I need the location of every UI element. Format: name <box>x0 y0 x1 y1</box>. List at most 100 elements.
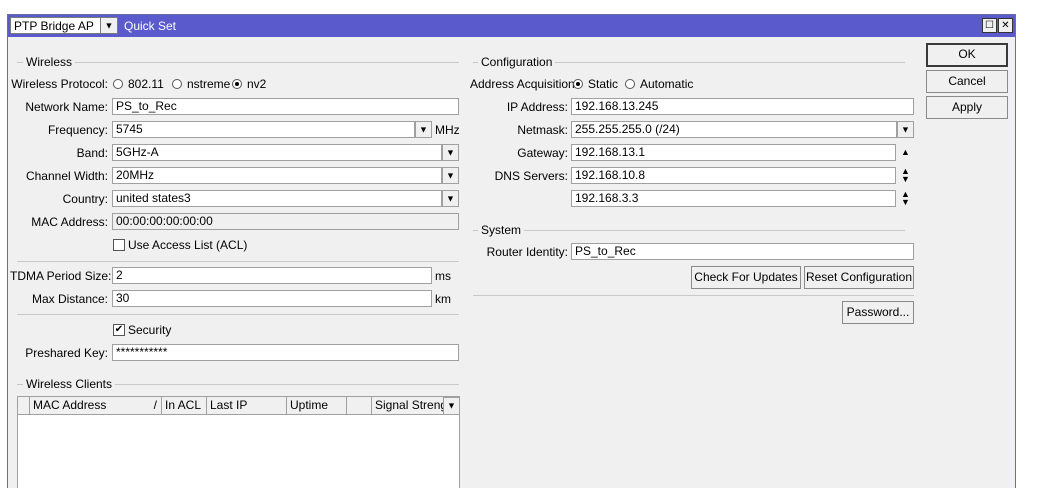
column-header-label: Last IP <box>210 398 248 412</box>
preset-value: PTP Bridge AP <box>14 19 94 33</box>
column-header-label: In ACL <box>165 398 202 412</box>
reset-configuration-button[interactable]: Reset Configuration <box>804 266 914 289</box>
protocol-80211-radio[interactable] <box>113 79 123 89</box>
band-dropdown-button[interactable]: ▼ <box>442 144 459 161</box>
acquisition-static-radio[interactable] <box>573 79 583 89</box>
ip-address-input[interactable]: 192.168.13.245 <box>571 98 914 115</box>
dns-2-remove-icon[interactable]: ▼ <box>901 198 910 207</box>
acl-checkbox[interactable] <box>113 239 125 251</box>
tdma-input[interactable]: 2 <box>112 267 432 284</box>
system-group-line <box>473 230 905 231</box>
max-distance-label: Max Distance: <box>31 292 108 306</box>
clients-table[interactable]: MAC Address / In ACL Last IP Uptime Signa… <box>17 396 460 488</box>
country-dropdown-button[interactable]: ▼ <box>442 190 459 207</box>
sort-icon: / <box>153 398 157 412</box>
protocol-80211-label: 802.11 <box>128 77 164 91</box>
protocol-nv2-label: nv2 <box>247 77 267 91</box>
ip-address-label: IP Address: <box>506 100 568 114</box>
column-header-last-ip[interactable]: Last IP <box>207 397 287 415</box>
divider <box>473 295 914 296</box>
maximize-icon: ☐ <box>985 20 994 31</box>
column-header-in-acl[interactable]: In ACL <box>162 397 207 415</box>
gateway-collapse-icon[interactable]: ▲ <box>901 148 910 157</box>
cancel-button[interactable]: Cancel <box>926 70 1008 93</box>
dns-server-2-input[interactable]: 192.168.3.3 <box>571 190 896 207</box>
column-header-label: Uptime <box>290 398 329 412</box>
band-label: Band: <box>76 146 108 160</box>
column-header-uptime[interactable]: Uptime <box>287 397 347 415</box>
check-for-updates-button[interactable]: Check For Updates <box>691 266 801 289</box>
password-button[interactable]: Password... <box>842 301 914 324</box>
channel-width-dropdown-button[interactable]: ▼ <box>442 167 459 184</box>
gateway-label: Gateway: <box>517 146 568 160</box>
wireless-protocol-label: Wireless Protocol: <box>11 77 108 91</box>
channel-width-label: Channel Width: <box>25 169 108 183</box>
chevron-down-icon: ▼ <box>447 400 456 411</box>
window-title: Quick Set <box>124 19 177 33</box>
router-identity-input[interactable]: PS_to_Rec <box>571 243 914 260</box>
preshared-key-input[interactable]: *********** <box>112 344 459 361</box>
column-header-blank[interactable] <box>347 397 372 415</box>
chevron-down-icon: ▼ <box>446 193 455 203</box>
protocol-nstreme-label: nstreme <box>187 77 231 91</box>
chevron-down-icon: ▼ <box>104 20 114 30</box>
mac-address-label: MAC Address: <box>31 215 108 229</box>
chevron-down-icon: ▼ <box>446 170 455 180</box>
max-distance-input[interactable]: 30 <box>112 290 432 307</box>
dns-servers-label: DNS Servers: <box>494 169 568 183</box>
netmask-select[interactable]: 255.255.255.0 (/24) <box>571 121 897 138</box>
wireless-group-line <box>17 62 459 63</box>
configuration-group-label: Configuration <box>478 55 556 69</box>
tdma-unit: ms <box>435 269 451 283</box>
clients-group-label: Wireless Clients <box>23 377 116 391</box>
channel-width-select[interactable]: 20MHz <box>112 167 442 184</box>
preshared-key-label: Preshared Key: <box>25 346 108 360</box>
security-checkbox[interactable]: ✔ <box>113 324 125 336</box>
maximize-button[interactable]: ☐ <box>982 18 997 33</box>
column-header-mac[interactable]: MAC Address / <box>30 397 162 415</box>
acquisition-automatic-radio[interactable] <box>625 79 635 89</box>
mac-address-field: 00:00:00:00:00:00 <box>112 213 459 230</box>
netmask-dropdown-button[interactable]: ▼ <box>897 121 914 138</box>
max-distance-unit: km <box>435 292 451 306</box>
divider <box>17 261 459 262</box>
close-button[interactable]: ✕ <box>998 18 1013 33</box>
divider <box>17 314 459 315</box>
netmask-label: Netmask: <box>517 123 568 137</box>
protocol-nv2-radio[interactable] <box>232 79 242 89</box>
row-select-header <box>18 397 30 415</box>
tdma-label: TDMA Period Size: <box>10 269 112 283</box>
preset-dropdown-button[interactable]: ▼ <box>100 18 117 33</box>
dns-1-remove-icon[interactable]: ▼ <box>901 175 910 184</box>
preset-select[interactable]: PTP Bridge AP ▼ <box>10 17 118 34</box>
frequency-dropdown-button[interactable]: ▼ <box>415 121 432 138</box>
address-acquisition-label: Address Acquisition: <box>470 77 579 91</box>
protocol-nstreme-radio[interactable] <box>172 79 182 89</box>
acquisition-static-label: Static <box>588 77 619 91</box>
frequency-label: Frequency: <box>47 123 108 137</box>
chevron-down-icon: ▼ <box>419 124 428 134</box>
country-select[interactable]: united states3 <box>112 190 442 207</box>
wireless-group-label: Wireless <box>23 55 76 69</box>
frequency-unit: MHz <box>435 123 460 137</box>
acquisition-automatic-label: Automatic <box>640 77 694 91</box>
apply-button[interactable]: Apply <box>926 96 1008 119</box>
chevron-down-icon: ▼ <box>901 124 910 134</box>
router-identity-label: Router Identity: <box>486 245 568 259</box>
columns-menu-button[interactable]: ▼ <box>443 397 460 415</box>
network-name-input[interactable]: PS_to_Rec <box>112 98 459 115</box>
security-label: Security <box>128 323 172 337</box>
frequency-input[interactable]: 5745 <box>112 121 415 138</box>
gateway-input[interactable]: 192.168.13.1 <box>571 144 896 161</box>
band-select[interactable]: 5GHz-A <box>112 144 442 161</box>
dns-server-1-input[interactable]: 192.168.10.8 <box>571 167 896 184</box>
system-group-label: System <box>478 223 525 237</box>
close-icon: ✕ <box>1001 20 1010 31</box>
column-header-label: MAC Address <box>33 398 107 412</box>
network-name-label: Network Name: <box>25 100 108 114</box>
ok-button[interactable]: OK <box>926 43 1008 67</box>
acl-label: Use Access List (ACL) <box>128 238 248 252</box>
chevron-down-icon: ▼ <box>446 147 455 157</box>
country-label: Country: <box>62 192 108 206</box>
checkmark-icon: ✔ <box>114 324 124 335</box>
